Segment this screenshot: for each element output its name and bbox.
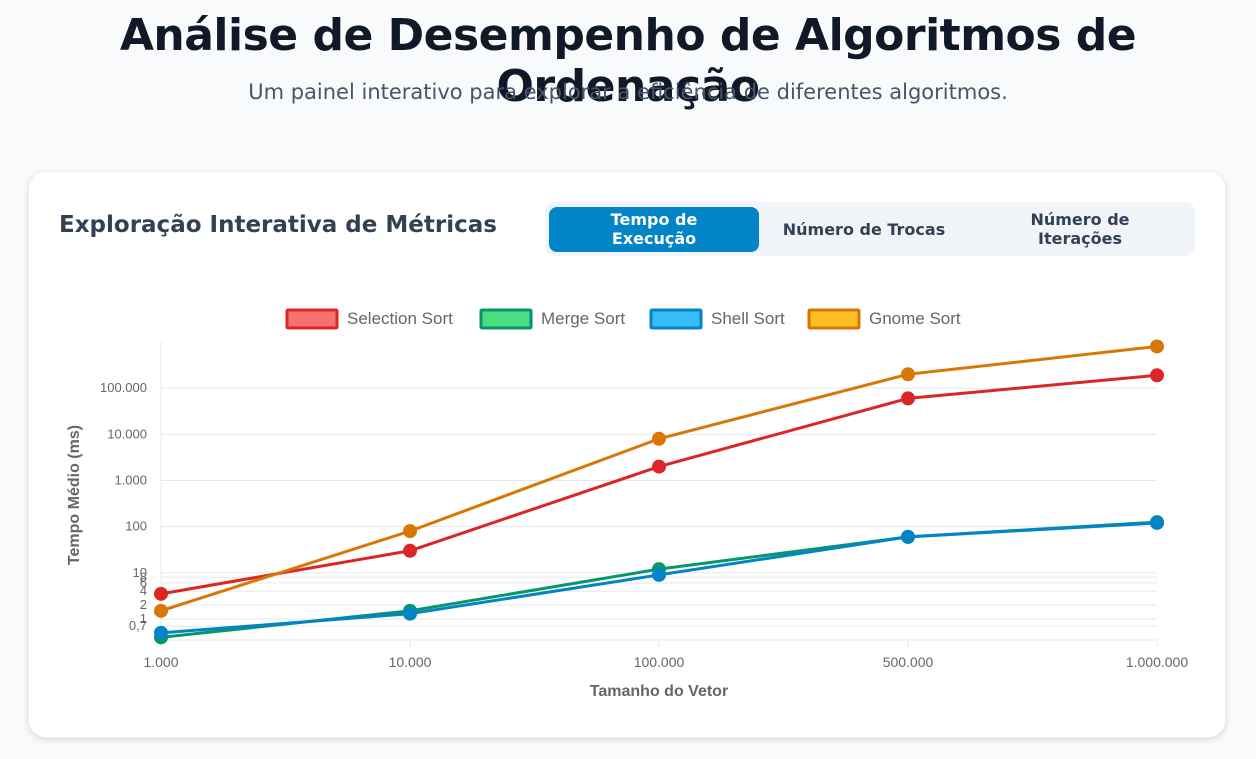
y-tick-label: 100.000 [100,380,147,395]
legend-swatch-shell-sort [649,308,703,330]
data-point-gnome-sort [154,603,168,618]
data-point-gnome-sort [652,431,666,446]
series-line-selection-sort [160,373,1158,596]
data-point-shell-sort [652,567,666,582]
legend-swatch-gnome-sort [807,308,861,330]
data-point-shell-sort [154,625,168,640]
line-chart: 0,712468101001.00010.000100.0001.000 10.0… [66,308,1188,700]
legend-label: Shell Sort [711,309,785,328]
data-point-selection-sort [154,586,168,601]
y-tick-label: 10 [133,565,147,580]
data-point-gnome-sort [1150,339,1164,354]
data-point-selection-sort [403,543,417,558]
legend-swatch-merge-sort [479,308,533,330]
y-tick-label: 2 [140,597,147,612]
y-tick-label: 100 [125,519,147,534]
x-tick-label: 1.000 [143,654,178,670]
y-tick-label: 10.000 [107,426,147,441]
data-point-shell-sort [403,606,417,621]
legend-swatch-selection-sort [285,308,339,330]
data-point-shell-sort [901,529,915,544]
data-point-shell-sort [1150,515,1164,530]
page-subtitle: Um painel interativo para explorar a efi… [248,80,1008,104]
x-tick-label: 1.000.000 [1126,654,1188,670]
legend-label: Merge Sort [541,309,625,328]
data-point-selection-sort [901,391,915,406]
y-tick-label: 1.000 [114,472,147,487]
data-point-gnome-sort [901,367,915,382]
y-tick-label: 1 [140,611,147,626]
y-axis-title: Tempo Médio (ms) [66,425,83,565]
data-point-gnome-sort [403,524,417,539]
data-point-selection-sort [652,459,666,474]
x-axis-title: Tamanho do Vetor [590,683,728,700]
metrics-card: Exploração Interativa de Métricas Tempo … [28,171,1226,738]
legend-label: Selection Sort [347,309,453,328]
data-point-selection-sort [1150,368,1164,383]
x-tick-label: 10.000 [389,654,432,670]
chart-area: 0,7 1 2 4 6 8 10 100 1.000 10.000 100.000 1.000 10.0… [29,172,1225,737]
x-tick-label: 100.000 [634,654,685,670]
legend-label: Gnome Sort [869,309,961,328]
x-tick-label: 500.000 [883,654,934,670]
